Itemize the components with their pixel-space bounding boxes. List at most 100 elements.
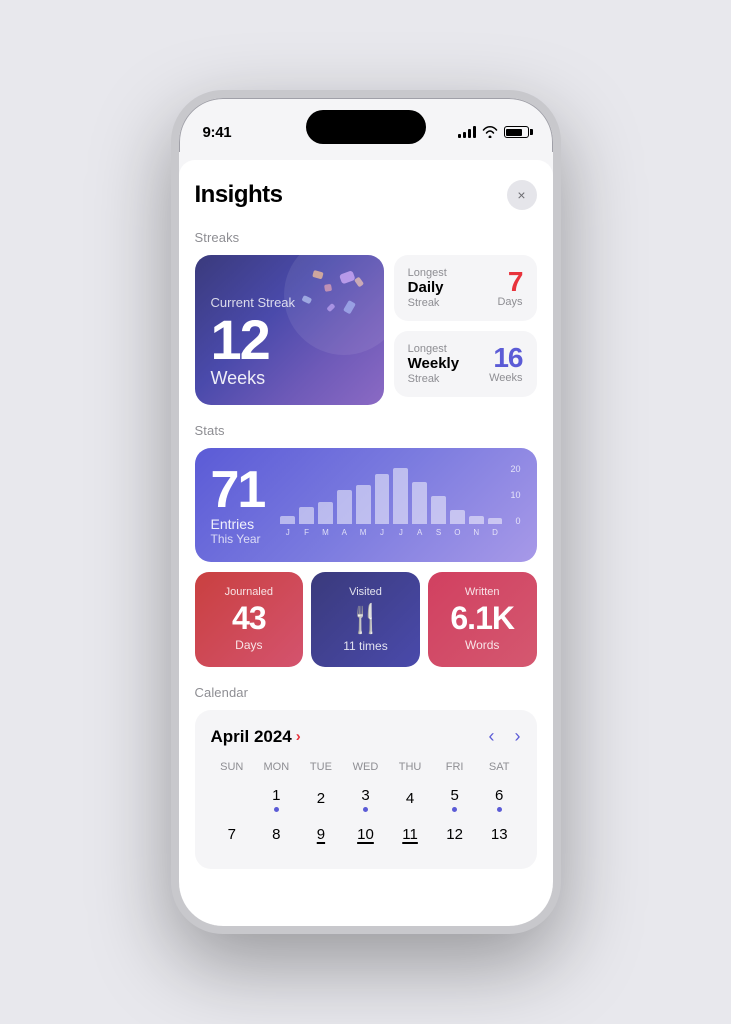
journaled-value: 43: [207, 602, 292, 634]
chart-area: 20 10 0 JFMAMJJASOND: [280, 464, 520, 544]
written-value: 6.1K: [440, 602, 525, 634]
cal-day-number: 12: [446, 825, 463, 845]
chart-bar: [318, 502, 333, 524]
list-item[interactable]: 12: [433, 817, 476, 853]
calendar-card: April 2024 › ‹ › SUNMONTUEWEDTHUFRISAT 1…: [195, 710, 537, 869]
cal-day-number: 2: [317, 789, 325, 809]
list-item[interactable]: 8: [255, 817, 298, 853]
streak-cards-right: Longest Daily Streak 7 Days Longest: [394, 255, 537, 405]
chart-month-label: J: [393, 528, 408, 537]
cal-day-dot: [363, 807, 368, 812]
chart-month-label: M: [356, 528, 371, 537]
wifi-icon: [482, 126, 498, 138]
battery-icon: [504, 126, 529, 138]
cal-day-number: 5: [450, 786, 458, 806]
entries-value: 71: [211, 464, 265, 516]
cal-day-number: 7: [228, 825, 236, 845]
journaled-label: Journaled: [207, 586, 292, 598]
chart-bars: [280, 464, 520, 524]
chart-bar: [431, 496, 446, 524]
chart-bar: [299, 507, 314, 524]
confetti-decoration: [284, 265, 374, 355]
written-card: Written 6.1K Words: [428, 572, 537, 667]
list-item[interactable]: 4: [389, 781, 432, 817]
cal-day-number: 1: [272, 786, 280, 806]
streaks-row: Current Streak 12 Weeks Longest Daily St…: [195, 255, 537, 405]
modal-title: Insights: [195, 181, 283, 209]
screen[interactable]: Insights × Streaks: [179, 152, 553, 926]
status-time: 9:41: [203, 124, 232, 141]
longest-daily-unit: Days: [497, 296, 522, 308]
modal-header: Insights ×: [195, 180, 537, 210]
chart-bar: [393, 468, 408, 524]
empty-day: [211, 781, 254, 817]
chart-month-label: A: [337, 528, 352, 537]
calendar-month: April 2024 ›: [211, 727, 301, 747]
chart-mid-label: 10: [510, 490, 520, 500]
visited-label: Visited: [323, 586, 408, 598]
fork-knife-icon: 🍴: [323, 602, 408, 635]
stats-bottom: Journaled 43 Days Visited 🍴 11 times Wri…: [195, 572, 537, 667]
list-item[interactable]: 13: [478, 817, 521, 853]
longest-weekly-value: 16: [489, 344, 522, 372]
longest-weekly-unit: Weeks: [489, 372, 522, 384]
calendar-days-week2: 789 10 11 12 13: [211, 817, 521, 853]
calendar-next-button[interactable]: ›: [515, 726, 521, 747]
cal-day-number: 6: [495, 786, 503, 806]
chart-month-label: J: [375, 528, 390, 537]
longest-daily-value: 7: [497, 268, 522, 296]
chart-bar: [337, 490, 352, 524]
list-item[interactable]: 6: [478, 781, 521, 817]
written-label: Written: [440, 586, 525, 598]
close-button[interactable]: ×: [507, 180, 537, 210]
list-item[interactable]: 10: [344, 817, 387, 853]
chart-month-label: M: [318, 528, 333, 537]
chart-bar: [356, 485, 371, 524]
list-item[interactable]: 2: [300, 781, 343, 817]
modal-panel: Insights × Streaks: [179, 160, 553, 926]
cal-day-number: 13: [491, 825, 508, 845]
chart-bar: [280, 516, 295, 524]
chart-bar: [469, 516, 484, 524]
current-streak-card: Current Streak 12 Weeks: [195, 255, 384, 405]
chart-month-label: F: [299, 528, 314, 537]
cal-day-number: 10: [357, 825, 374, 845]
list-item[interactable]: 9: [300, 817, 343, 853]
list-item[interactable]: 3: [344, 781, 387, 817]
entries-sublabel: This Year: [211, 532, 265, 546]
chart-month-label: N: [469, 528, 484, 537]
chart-month-label: A: [412, 528, 427, 537]
calendar-weekdays: SUNMONTUEWEDTHUFRISAT: [211, 761, 521, 773]
list-item[interactable]: 5: [433, 781, 476, 817]
weekday-label: FRI: [433, 761, 476, 773]
chart-month-label: O: [450, 528, 465, 537]
weekday-label: THU: [389, 761, 432, 773]
entries-left: 71 Entries This Year: [211, 464, 265, 546]
list-item[interactable]: 11: [389, 817, 432, 853]
stats-section: 71 Entries This Year 20 10 0 JFMAMJ: [195, 448, 537, 667]
longest-daily-top-label: Longest: [408, 267, 447, 279]
calendar-prev-button[interactable]: ‹: [489, 726, 495, 747]
calendar-expand-chevron[interactable]: ›: [296, 728, 301, 745]
longest-weekly-type: Weekly: [408, 355, 459, 373]
list-item[interactable]: 7: [211, 817, 254, 853]
cal-day-dot: [452, 807, 457, 812]
longest-weekly-top-label: Longest: [408, 343, 459, 355]
chart-month-label: S: [431, 528, 446, 537]
current-streak-unit: Weeks: [211, 368, 368, 389]
visited-card: Visited 🍴 11 times: [311, 572, 420, 667]
longest-weekly-bottom-label: Streak: [408, 373, 459, 385]
chart-month-labels: JFMAMJJASOND: [280, 528, 520, 537]
weekday-label: SUN: [211, 761, 254, 773]
cal-day-number: 11: [402, 825, 418, 845]
list-item[interactable]: 1: [255, 781, 298, 817]
calendar-month-label: April 2024: [211, 727, 292, 747]
journaled-card: Journaled 43 Days: [195, 572, 304, 667]
cal-day-dot: [274, 807, 279, 812]
weekday-label: SAT: [478, 761, 521, 773]
weekday-label: MON: [255, 761, 298, 773]
written-unit: Words: [440, 638, 525, 652]
longest-daily-bottom-label: Streak: [408, 297, 447, 309]
streaks-section-label: Streaks: [195, 230, 537, 245]
chart-max-label: 20: [510, 464, 520, 474]
